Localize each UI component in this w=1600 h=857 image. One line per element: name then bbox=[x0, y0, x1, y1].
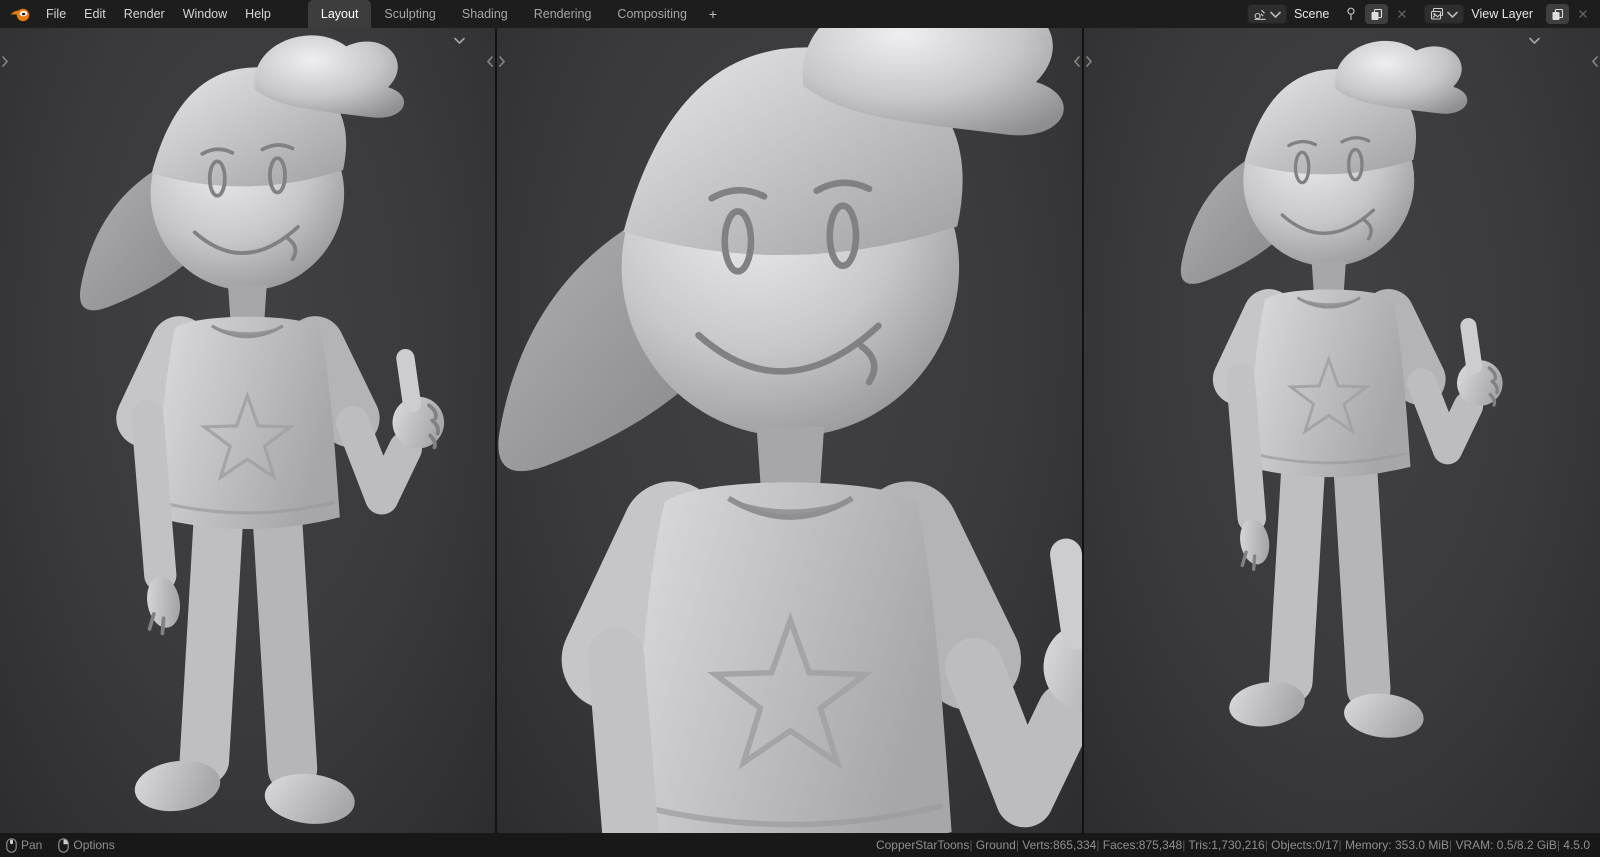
chevron-down-icon[interactable] bbox=[1041, 31, 1052, 49]
tab-rendering[interactable]: Rendering bbox=[521, 0, 605, 28]
hint-label: Options bbox=[73, 838, 115, 852]
workspace-tabs: Layout Sculpting Shading Rendering Compo… bbox=[307, 0, 726, 28]
sidebar-toggle-arrow-icon[interactable] bbox=[1074, 54, 1080, 72]
view-layer-icon bbox=[1431, 7, 1444, 20]
unlink-scene-button[interactable] bbox=[1393, 4, 1411, 24]
view-layer-browse-button[interactable] bbox=[1424, 4, 1465, 24]
view-layer-selector: View Layer bbox=[1424, 4, 1541, 24]
scene-selector: Scene bbox=[1246, 4, 1337, 24]
menu-edit[interactable]: Edit bbox=[75, 0, 115, 28]
status-version: 4.5.0 bbox=[1557, 838, 1590, 852]
chevron-down-icon bbox=[1270, 11, 1281, 18]
sidebar-toggle-arrow-icon[interactable] bbox=[1592, 54, 1598, 72]
view-layer-name[interactable]: View Layer bbox=[1464, 7, 1541, 21]
menu-file[interactable]: File bbox=[37, 0, 75, 28]
tab-compositing[interactable]: Compositing bbox=[604, 0, 699, 28]
status-objects: Objects:0/17 bbox=[1265, 838, 1338, 852]
pin-icon[interactable] bbox=[1342, 4, 1360, 24]
chevron-down-icon bbox=[1447, 11, 1459, 18]
menubar: File Edit Render Window Help bbox=[37, 0, 280, 28]
tab-layout[interactable]: Layout bbox=[307, 0, 372, 28]
statusbar: Pan Options CopperStarToons Ground Verts… bbox=[0, 833, 1600, 857]
close-icon bbox=[1579, 10, 1587, 18]
viewport-left[interactable] bbox=[0, 28, 495, 833]
blender-window: File Edit Render Window Help Layout Scul… bbox=[0, 0, 1600, 857]
status-faces: Faces:875,348 bbox=[1096, 838, 1182, 852]
status-active-object: Ground bbox=[969, 838, 1016, 852]
character-render bbox=[27, 28, 457, 833]
chevron-down-icon[interactable] bbox=[1529, 31, 1540, 49]
tab-sculpting[interactable]: Sculpting bbox=[371, 0, 448, 28]
status-tris: Tris:1,730,216 bbox=[1182, 838, 1264, 852]
editor-area bbox=[0, 28, 1600, 833]
blender-logo-icon[interactable] bbox=[10, 7, 31, 22]
add-workspace-button[interactable]: + bbox=[700, 0, 726, 28]
sidebar-toggle-arrow-icon[interactable] bbox=[487, 54, 493, 72]
chevron-down-icon[interactable] bbox=[454, 31, 465, 49]
menu-window[interactable]: Window bbox=[174, 0, 236, 28]
new-scene-button[interactable] bbox=[1365, 4, 1389, 24]
hint-label: Pan bbox=[21, 838, 43, 852]
mouse-middle-button-icon bbox=[6, 837, 17, 853]
duplicate-icon bbox=[1552, 8, 1564, 20]
scene-browse-button[interactable] bbox=[1246, 4, 1287, 24]
status-memory: Memory: 353.0 MiB bbox=[1339, 838, 1449, 852]
new-view-layer-button[interactable] bbox=[1546, 4, 1569, 24]
status-file-name: CopperStarToons bbox=[875, 838, 970, 852]
toolbar-toggle-arrow-icon[interactable] bbox=[1086, 54, 1092, 72]
menu-render[interactable]: Render bbox=[115, 0, 174, 28]
pan-hint: Pan bbox=[6, 837, 43, 853]
tab-shading[interactable]: Shading bbox=[449, 0, 521, 28]
options-hint: Options bbox=[58, 837, 115, 853]
status-vram: VRAM: 0.5/8.2 GiB bbox=[1449, 838, 1556, 852]
topbar: File Edit Render Window Help Layout Scul… bbox=[0, 0, 1600, 28]
scene-statistics: CopperStarToons Ground Verts:865,334 Fac… bbox=[876, 838, 1590, 852]
scene-icon bbox=[1254, 9, 1266, 20]
menu-help[interactable]: Help bbox=[236, 0, 280, 28]
topbar-right: Scene View Layer bbox=[1246, 4, 1592, 24]
toolbar-toggle-arrow-icon[interactable] bbox=[2, 54, 8, 72]
scene-name[interactable]: Scene bbox=[1287, 7, 1337, 21]
toolbar-toggle-arrow-icon[interactable] bbox=[499, 54, 505, 72]
duplicate-icon bbox=[1371, 8, 1383, 20]
viewport-center[interactable] bbox=[497, 28, 1082, 833]
keymap-hints: Pan Options bbox=[6, 837, 115, 853]
status-verts: Verts:865,334 bbox=[1016, 838, 1096, 852]
remove-view-layer-button[interactable] bbox=[1574, 4, 1592, 24]
character-render bbox=[1134, 28, 1514, 765]
mouse-right-button-icon bbox=[58, 837, 70, 853]
close-icon bbox=[1398, 10, 1407, 18]
character-render bbox=[497, 28, 1082, 833]
viewport-right[interactable] bbox=[1084, 28, 1600, 833]
